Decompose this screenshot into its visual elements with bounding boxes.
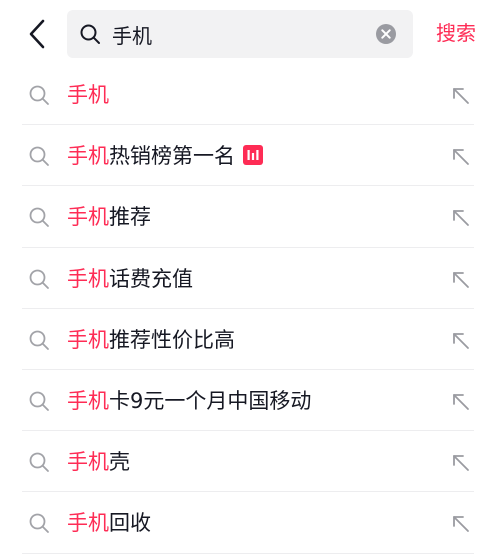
- fill-query-arrow-icon[interactable]: [450, 85, 472, 107]
- search-icon: [29, 513, 49, 534]
- search-icon: [29, 391, 49, 411]
- suggestion-rest: 回收: [109, 511, 151, 536]
- suggestion-rest: 热销榜第一名: [109, 144, 235, 169]
- fill-query-arrow-icon[interactable]: [450, 330, 472, 352]
- fill-query-arrow-icon[interactable]: [450, 146, 472, 168]
- suggestion-label: 手机: [67, 80, 109, 110]
- search-icon: [29, 452, 49, 473]
- suggestion-label: 手机卡9元一个月中国移动: [67, 386, 311, 416]
- suggestion-highlight: 手机: [67, 327, 109, 352]
- divider: [22, 552, 474, 554]
- suggestion-label: 手机热销榜第一名: [67, 141, 263, 171]
- suggestion-item[interactable]: 手机: [0, 64, 500, 126]
- search-icon: [80, 24, 100, 44]
- search-icon: [29, 269, 49, 289]
- suggestion-highlight: 手机: [67, 205, 109, 230]
- search-bar[interactable]: [67, 10, 413, 58]
- search-input[interactable]: [112, 19, 362, 49]
- suggestion-item[interactable]: 手机推荐性价比高: [0, 309, 500, 370]
- suggestion-item[interactable]: 手机推荐: [0, 186, 500, 248]
- suggestion-item[interactable]: 手机热销榜第一名: [0, 125, 500, 187]
- search-icon: [29, 330, 49, 350]
- suggestion-rest: 推荐性价比高: [109, 327, 235, 352]
- fill-query-arrow-icon[interactable]: [450, 207, 472, 229]
- fill-query-arrow-icon[interactable]: [450, 513, 472, 535]
- suggestion-item[interactable]: 手机话费充值: [0, 248, 500, 309]
- search-icon: [29, 85, 49, 105]
- suggestion-highlight: 手机: [67, 83, 109, 107]
- suggestion-highlight: 手机: [67, 450, 109, 475]
- search-header: 搜索: [0, 0, 500, 64]
- search-button[interactable]: 搜索: [436, 18, 476, 48]
- suggestion-label: 手机话费充值: [67, 264, 193, 294]
- suggestion-rest: 话费充值: [109, 266, 193, 291]
- suggestion-highlight: 手机: [67, 511, 109, 536]
- suggestion-item[interactable]: 手机壳: [0, 431, 500, 493]
- suggestion-rest: 卡9元一个月中国移动: [109, 388, 312, 413]
- suggestion-list: 手机 手机热销榜第一名 手机推荐 手机话费充值 手机推荐性价比高 手机卡9元一个月中国移动…: [0, 64, 500, 554]
- search-icon: [29, 207, 49, 228]
- chevron-left-icon: [29, 19, 45, 49]
- suggestion-rest: 壳: [109, 450, 130, 475]
- suggestion-item[interactable]: 手机回收: [0, 492, 500, 554]
- fill-query-arrow-icon[interactable]: [450, 269, 472, 291]
- suggestion-label: 手机推荐: [67, 202, 151, 232]
- search-icon: [29, 146, 49, 167]
- back-button[interactable]: [20, 14, 54, 54]
- suggestion-label: 手机回收: [67, 508, 151, 538]
- fill-query-arrow-icon[interactable]: [450, 391, 472, 413]
- fill-query-arrow-icon[interactable]: [450, 452, 472, 474]
- suggestion-label: 手机壳: [67, 447, 130, 477]
- chart-bars-icon: [243, 145, 263, 166]
- suggestion-label: 手机推荐性价比高: [67, 325, 235, 355]
- suggestion-rest: 推荐: [109, 205, 151, 230]
- suggestion-highlight: 手机: [67, 388, 109, 413]
- suggestion-highlight: 手机: [67, 144, 109, 169]
- suggestion-item[interactable]: 手机卡9元一个月中国移动: [0, 370, 500, 432]
- clear-circle-icon[interactable]: [375, 23, 397, 45]
- suggestion-highlight: 手机: [67, 266, 109, 291]
